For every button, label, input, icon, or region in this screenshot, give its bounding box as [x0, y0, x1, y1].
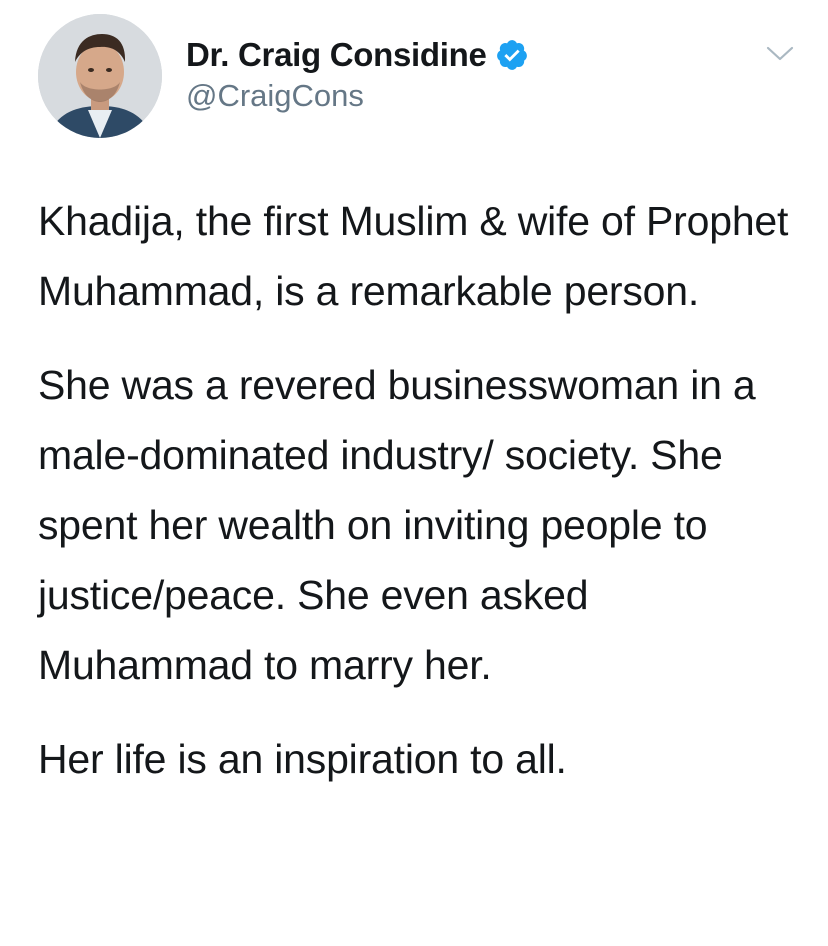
display-name-row: Dr. Craig Considine [186, 34, 529, 76]
user-info: Dr. Craig Considine @CraigCons [186, 34, 529, 114]
user-handle[interactable]: @CraigCons [186, 78, 529, 114]
verified-badge-icon [496, 40, 527, 70]
tweet-paragraph: Her life is an inspiration to all. [38, 736, 567, 782]
display-name[interactable]: Dr. Craig Considine [186, 36, 487, 74]
tweet-header: Dr. Craig Considine @CraigCons [38, 14, 798, 138]
tweet-paragraph: Khadija, the first Muslim & wife of Prop… [38, 198, 789, 314]
tweet-card: Dr. Craig Considine @CraigCons Khadija, … [0, 0, 828, 946]
chevron-down-icon[interactable] [764, 44, 796, 64]
tweet-paragraph: She was a revered businesswoman in a mal… [38, 362, 756, 688]
tweet-text: Khadija, the first Muslim & wife of Prop… [38, 186, 798, 818]
avatar[interactable] [38, 14, 162, 138]
